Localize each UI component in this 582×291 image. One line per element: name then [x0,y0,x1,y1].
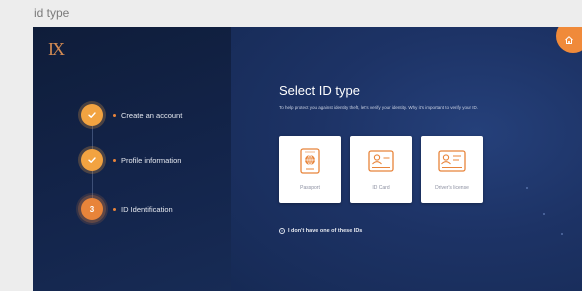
step-bullet [113,207,116,211]
stepper-panel: IX Create an account Profile information… [33,27,231,291]
page-title: Select ID type [279,83,360,98]
drivers-license-card[interactable]: Driver's license [421,136,483,203]
sparkle [543,213,545,215]
sparkle [561,233,563,235]
step-label: Profile information [121,155,182,165]
card-label: ID Card [372,185,390,191]
id-card-icon [368,148,394,174]
page-subtitle: To help protect you against identity the… [279,105,478,110]
app-frame: IX Create an account Profile information… [33,27,582,291]
id-type-options: Passport ID Card Driver's license [279,136,483,203]
step-id-identification: 3 ID Identification [81,198,173,220]
passport-card[interactable]: Passport [279,136,341,203]
step-label: ID Identification [121,204,173,214]
step-bullet [113,158,116,162]
card-label: Passport [300,185,320,191]
step-profile-information: Profile information [81,149,181,171]
frame-label: id type [34,6,70,20]
drivers-license-icon [438,148,466,174]
step-create-account: Create an account [81,104,182,126]
no-id-label: I don't have one of these IDs [288,228,363,234]
sparkle [526,187,528,189]
logo: IX [48,39,65,59]
home-icon [565,36,573,44]
check-icon [81,149,103,171]
check-icon [81,104,103,126]
card-label: Driver's license [435,185,469,191]
close-circle-icon: × [279,228,285,234]
step-label: Create an account [121,110,183,120]
passport-icon [300,148,320,174]
id-card-card[interactable]: ID Card [350,136,412,203]
step-number: 3 [81,198,103,220]
main-panel: Select ID type To help protect you again… [231,27,582,291]
no-id-link[interactable]: × I don't have one of these IDs [279,228,362,234]
step-bullet [113,113,116,117]
